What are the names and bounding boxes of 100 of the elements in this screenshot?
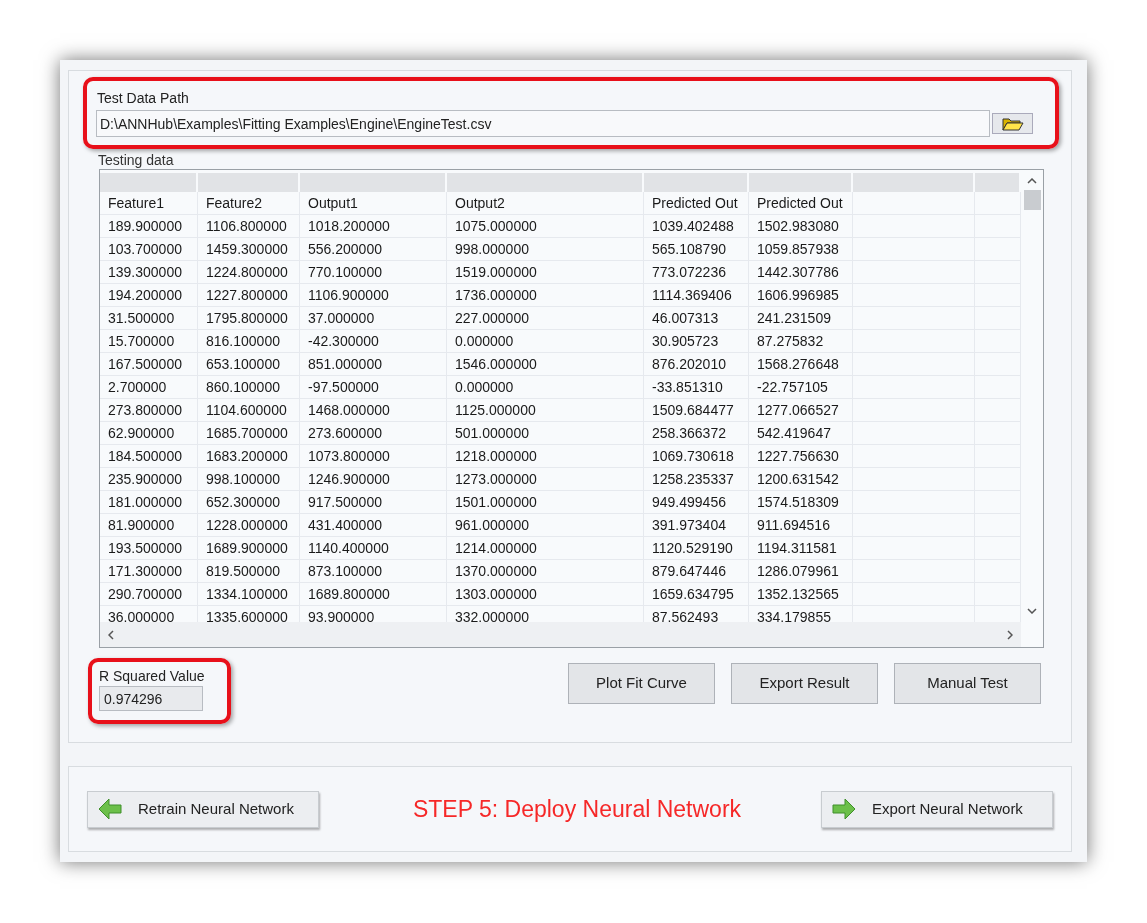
table-cell: 873.100000 (300, 560, 447, 582)
table-cell: 1442.307786 (749, 261, 853, 283)
table-cell: 1286.079961 (749, 560, 853, 582)
table-cell: 819.500000 (198, 560, 300, 582)
scroll-left-icon[interactable] (108, 629, 114, 640)
action-button[interactable]: Plot Fit Curve (568, 663, 715, 704)
table-cell: 431.400000 (300, 514, 447, 536)
scrollbar-thumb[interactable] (1023, 190, 1041, 210)
table-cell: 1502.983080 (749, 215, 853, 237)
table-cell: 391.973404 (644, 514, 749, 536)
table-cell: 1106.900000 (300, 284, 447, 306)
field-label: R Squared Value (99, 668, 206, 684)
table-cell: 31.500000 (100, 307, 198, 329)
column-header: Output2 (447, 192, 644, 214)
scroll-right-icon[interactable] (1007, 629, 1013, 640)
scroll-up-icon[interactable] (1027, 178, 1037, 184)
table-cell: 1018.200000 (300, 215, 447, 237)
table-cell: 258.366372 (644, 422, 749, 444)
table-cell: 879.647446 (644, 560, 749, 582)
action-button[interactable]: Export Result (731, 663, 878, 704)
browse-button[interactable] (992, 113, 1033, 134)
table-cell: 1059.857938 (749, 238, 853, 260)
table-cell: 30.905723 (644, 330, 749, 352)
table-cell: 139.300000 (100, 261, 198, 283)
action-button[interactable]: Manual Test (894, 663, 1041, 704)
table-cell: 193.500000 (100, 537, 198, 559)
table-cell: 1685.700000 (198, 422, 300, 444)
table-cell: 37.000000 (300, 307, 447, 329)
table-cell: 1352.132565 (749, 583, 853, 605)
table-cell: 1106.800000 (198, 215, 300, 237)
table-cell: 103.700000 (100, 238, 198, 260)
table-cell: 1140.400000 (300, 537, 447, 559)
table-cell: 241.231509 (749, 307, 853, 329)
table-cell: 1073.800000 (300, 445, 447, 467)
table-cell: 1214.000000 (447, 537, 644, 559)
retrain-button[interactable]: Retrain Neural Network (87, 790, 319, 828)
table-cell: 1795.800000 (198, 307, 300, 329)
table-cell: 167.500000 (100, 353, 198, 375)
table-cell: 860.100000 (198, 376, 300, 398)
left-arrow-icon (98, 798, 122, 820)
table-cell: 81.900000 (100, 514, 198, 536)
table-cell: 556.200000 (300, 238, 447, 260)
table-cell: 273.800000 (100, 399, 198, 421)
table-cell: 542.419647 (749, 422, 853, 444)
table-cell: 1659.634795 (644, 583, 749, 605)
scroll-down-icon[interactable] (1027, 608, 1037, 614)
table-cell: 1228.000000 (198, 514, 300, 536)
table-cell: 1501.000000 (447, 491, 644, 513)
table-cell: 1104.600000 (198, 399, 300, 421)
folder-icon (1001, 116, 1024, 131)
table-cell: 1370.000000 (447, 560, 644, 582)
horizontal-scrollbar[interactable] (100, 622, 1021, 647)
table-cell: 46.007313 (644, 307, 749, 329)
column-header: Feature1 (100, 192, 198, 214)
table-cell: 961.000000 (447, 514, 644, 536)
table-cell: 1568.276648 (749, 353, 853, 375)
table-cell: -42.300000 (300, 330, 447, 352)
table-cell: 998.100000 (198, 468, 300, 490)
table-cell: 1069.730618 (644, 445, 749, 467)
right-arrow-icon (832, 798, 856, 820)
table-cell: 1468.000000 (300, 399, 447, 421)
table-cell: 290.700000 (100, 583, 198, 605)
table-cell: 0.000000 (447, 330, 644, 352)
table-cell: 1689.800000 (300, 583, 447, 605)
path-field[interactable]: D:\ANNHub\Examples\Fitting Examples\Engine\EngineTest.csv (96, 110, 990, 137)
table-cell: 1114.369406 (644, 284, 749, 306)
table-cell: 2.700000 (100, 376, 198, 398)
column-header: Feature2 (198, 192, 300, 214)
table-cell: 1039.402488 (644, 215, 749, 237)
table-cell: 1125.000000 (447, 399, 644, 421)
table-cell: 816.100000 (198, 330, 300, 352)
table-cell: 184.500000 (100, 445, 198, 467)
table-cell: 1606.996985 (749, 284, 853, 306)
table-cell: 1273.000000 (447, 468, 644, 490)
column-header: Predicted Out (644, 192, 749, 214)
table-cell: 1075.000000 (447, 215, 644, 237)
table-cell: 652.300000 (198, 491, 300, 513)
column-header: Output1 (300, 192, 447, 214)
field-label: Test Data Path (97, 89, 190, 107)
table-cell: 773.072236 (644, 261, 749, 283)
table-cell: 273.600000 (300, 422, 447, 444)
table-cell: 770.100000 (300, 261, 447, 283)
table-cell: -33.851310 (644, 376, 749, 398)
table-cell: 1120.529190 (644, 537, 749, 559)
table-cell: 501.000000 (447, 422, 644, 444)
table-cell: 1459.300000 (198, 238, 300, 260)
table-cell: 171.300000 (100, 560, 198, 582)
table-cell: 1224.800000 (198, 261, 300, 283)
table-cell: 1218.000000 (447, 445, 644, 467)
table-cell: 1736.000000 (447, 284, 644, 306)
step-title: STEP 5: Deploy Neural Network (412, 794, 742, 824)
table-cell: 227.000000 (447, 307, 644, 329)
table-cell: 1519.000000 (447, 261, 644, 283)
table-cell: 911.694516 (749, 514, 853, 536)
r-squared-field[interactable]: 0.974296 (99, 686, 203, 711)
export-network-button[interactable]: Export Neural Network (821, 790, 1053, 828)
table-cell: 181.000000 (100, 491, 198, 513)
table-cell: 62.900000 (100, 422, 198, 444)
table-cell: 1200.631542 (749, 468, 853, 490)
table-cell: 998.000000 (447, 238, 644, 260)
